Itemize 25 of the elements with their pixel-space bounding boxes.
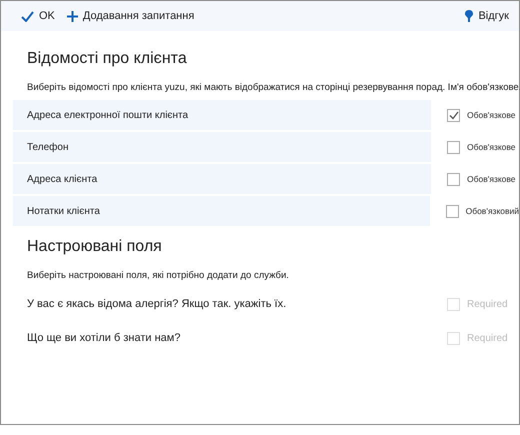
required-checkbox[interactable] <box>447 172 460 186</box>
required-label: Обов'язкове <box>467 110 516 120</box>
checkmark-icon <box>21 10 34 22</box>
required-label: Required <box>467 332 508 344</box>
required-checkbox[interactable] <box>447 108 460 122</box>
question-label: Що ще ви хотіли б знати нам? <box>26 332 182 344</box>
field-row: Адреса електронної пошти клієнта <box>13 100 431 130</box>
section-description: Виберіть настроювані поля, які потрібно додати до служби. <box>26 269 290 283</box>
required-checkbox[interactable] <box>446 204 459 218</box>
required-label: Обов'язкове <box>467 174 516 184</box>
ok-button[interactable]: OK <box>21 10 55 22</box>
add-question-button[interactable]: Додавання запитання <box>66 10 194 22</box>
plus-icon <box>66 10 78 22</box>
section-title: Відомості про клієнта <box>26 49 188 69</box>
field-row: Нотатки клієнта <box>13 196 430 226</box>
required-label: Обов'язкове <box>467 142 516 152</box>
feedback-button[interactable]: Відгук <box>465 10 509 22</box>
section-title: Настроювані поля <box>26 237 163 257</box>
question-label: У вас є якась відома алергія? Якщо так. укажіть їх. <box>26 298 288 310</box>
required-label: Обов'язковий <box>466 206 519 216</box>
field-row: Адреса клієнта <box>13 164 431 194</box>
required-label: Required <box>467 298 508 310</box>
field-row: Телефон <box>13 132 431 162</box>
required-checkbox[interactable] <box>447 140 460 154</box>
lightbulb-icon <box>465 10 474 22</box>
